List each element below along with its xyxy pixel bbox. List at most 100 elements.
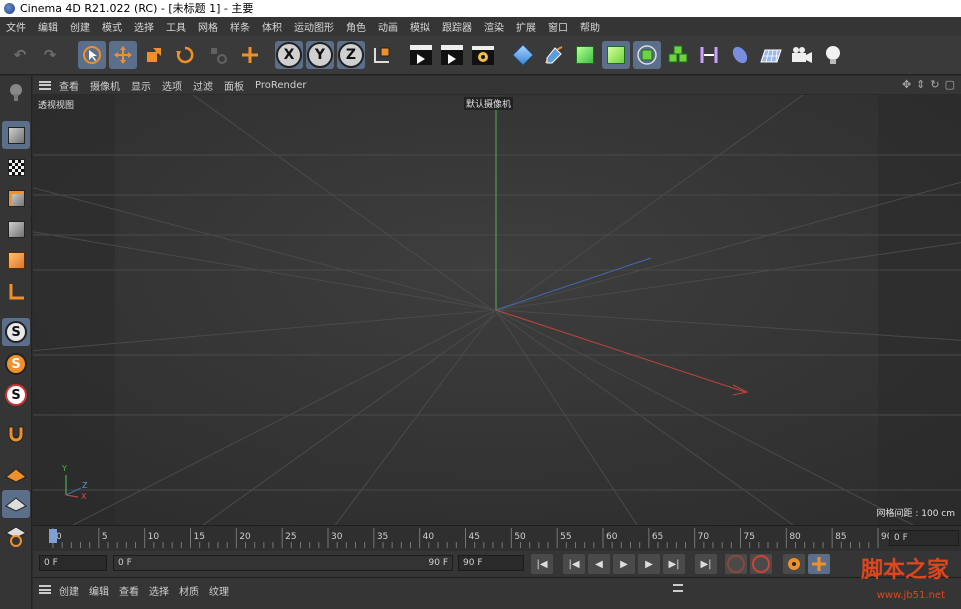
material-menu-view[interactable]: 查看 [119, 583, 139, 598]
redo-icon[interactable]: ↷ [36, 41, 64, 69]
light-icon[interactable] [819, 41, 847, 69]
material-menu-material[interactable]: 材质 [179, 583, 199, 598]
workplane-icon[interactable] [2, 459, 30, 487]
keyframe-selection-icon[interactable] [783, 554, 805, 574]
material-menu-select[interactable]: 选择 [149, 583, 169, 598]
menu-tracker[interactable]: 跟踪器 [442, 19, 472, 34]
viewport-menu-filter[interactable]: 过滤 [193, 78, 213, 93]
texture-mode-icon[interactable] [2, 153, 30, 181]
z-axis-lock-button[interactable]: Z [337, 41, 365, 69]
live-select-icon[interactable] [78, 41, 106, 69]
orbit-icon[interactable]: ↻ [930, 78, 939, 91]
render-settings-icon[interactable] [469, 41, 497, 69]
transport-bar: 0 F 0 F 90 F 90 F |◀ |◀ ◀ ▶ ▶ ▶| ▶| [33, 551, 961, 577]
material-menu-icon[interactable] [39, 585, 51, 594]
go-to-start-icon[interactable]: |◀ [531, 554, 553, 574]
points-mode-icon[interactable] [2, 184, 30, 212]
menu-extensions[interactable]: 扩展 [516, 19, 536, 34]
menu-spline[interactable]: 样条 [230, 19, 250, 34]
viewport-menu-options[interactable]: 选项 [162, 78, 182, 93]
x-axis-lock-button[interactable]: X [275, 41, 303, 69]
menu-edit[interactable]: 编辑 [38, 19, 58, 34]
play-icon[interactable]: ▶ [613, 554, 635, 574]
pan-icon[interactable]: ✥ [902, 78, 911, 91]
cube-primitive-icon[interactable] [509, 41, 537, 69]
polygons-mode-icon[interactable] [2, 246, 30, 274]
render-to-picture-viewer-icon[interactable] [438, 41, 466, 69]
next-key-icon[interactable]: ▶| [663, 554, 685, 574]
end-frame-field[interactable]: 90 F [458, 555, 524, 571]
y-axis-lock-button[interactable]: Y [306, 41, 334, 69]
menu-mesh[interactable]: 网格 [198, 19, 218, 34]
previous-key-icon[interactable]: |◀ [563, 554, 585, 574]
quantize-icon[interactable]: S [2, 381, 30, 409]
rotate-icon[interactable] [171, 41, 199, 69]
snap-settings-icon[interactable]: S [2, 318, 30, 346]
edges-mode-icon[interactable] [2, 215, 30, 243]
menu-volume[interactable]: 体积 [262, 19, 282, 34]
planar-workplane-icon[interactable] [2, 522, 30, 550]
menu-create[interactable]: 创建 [70, 19, 90, 34]
autokey-icon[interactable] [750, 554, 772, 574]
move-icon[interactable] [109, 41, 137, 69]
playhead[interactable] [49, 529, 57, 543]
subdivision-surface-icon[interactable] [571, 41, 599, 69]
snap-enable-icon[interactable]: S [2, 350, 30, 378]
menu-select[interactable]: 选择 [134, 19, 154, 34]
recent-tools-icon[interactable] [204, 41, 232, 69]
floor-grid-icon[interactable] [757, 41, 785, 69]
menu-tools[interactable]: 工具 [166, 19, 186, 34]
start-frame-field[interactable]: 0 F [39, 555, 107, 571]
menu-window[interactable]: 窗口 [548, 19, 568, 34]
viewport-menu-prorender[interactable]: ProRender [255, 80, 306, 91]
dolly-icon[interactable]: ⇕ [916, 78, 925, 91]
pen-spline-icon[interactable] [540, 41, 568, 69]
menu-mode[interactable]: 模式 [102, 19, 122, 34]
model-mode-icon[interactable] [2, 121, 30, 149]
menu-animate[interactable]: 动画 [378, 19, 398, 34]
menu-render[interactable]: 渲染 [484, 19, 504, 34]
timeline-tick-label: 55 [560, 532, 571, 542]
key-position-icon[interactable] [808, 554, 830, 574]
mograph-cloner-icon[interactable] [633, 41, 661, 69]
camera-label[interactable]: 默认摄像机 [464, 97, 514, 110]
go-to-end-icon[interactable]: ▶| [695, 554, 717, 574]
extrude-generator-icon[interactable] [602, 41, 630, 69]
maximize-view-icon[interactable]: ▢ [945, 78, 955, 91]
viewport-menu-display[interactable]: 显示 [131, 78, 151, 93]
menu-character[interactable]: 角色 [346, 19, 366, 34]
current-frame-field[interactable]: 0 F [889, 530, 959, 546]
deformer-icon[interactable] [695, 41, 723, 69]
previous-frame-icon[interactable]: ◀ [588, 554, 610, 574]
range-slider[interactable]: 0 F 90 F [113, 555, 453, 571]
coordinate-system-icon[interactable] [368, 41, 396, 69]
make-editable-icon[interactable] [2, 78, 30, 106]
next-frame-icon[interactable]: ▶ [638, 554, 660, 574]
viewport-menu-view[interactable]: 查看 [59, 78, 79, 93]
scale-icon[interactable] [140, 41, 168, 69]
timeline-tick-label: 40 [423, 532, 435, 542]
viewport-menu-icon[interactable] [39, 80, 51, 90]
viewport-menu-panel[interactable]: 面板 [224, 78, 244, 93]
render-view-icon[interactable] [407, 41, 435, 69]
material-menu-edit[interactable]: 编辑 [89, 583, 109, 598]
camera-icon[interactable] [788, 41, 816, 69]
magnet-icon[interactable] [2, 420, 30, 448]
perspective-viewport[interactable]: 透视视图 默认摄像机 网格间距 : 100 cm Y Z X [33, 95, 961, 525]
axis-mode-icon[interactable] [2, 278, 30, 306]
menu-help[interactable]: 帮助 [580, 19, 600, 34]
undo-icon[interactable]: ↶ [6, 41, 34, 69]
menu-file[interactable]: 文件 [6, 19, 26, 34]
menu-mograph[interactable]: 运动图形 [294, 19, 334, 34]
record-active-icon[interactable] [725, 554, 747, 574]
environment-icon[interactable] [726, 41, 754, 69]
material-menu-texture[interactable]: 纹理 [209, 583, 229, 598]
array-cubes-icon[interactable] [664, 41, 692, 69]
material-menu-create[interactable]: 创建 [59, 583, 79, 598]
locked-workplane-icon[interactable] [2, 490, 30, 518]
viewport-menu-cameras[interactable]: 摄像机 [90, 78, 120, 93]
menu-simulate[interactable]: 模拟 [410, 19, 430, 34]
world-coordinates-icon[interactable] [236, 41, 264, 69]
coordinates-menu-icon[interactable] [673, 584, 683, 592]
timeline-ruler[interactable]: 0 5 10 15 20 25 30 35 40 45 50 55 60 65 70 75 80 85 90 0 F [33, 525, 961, 551]
